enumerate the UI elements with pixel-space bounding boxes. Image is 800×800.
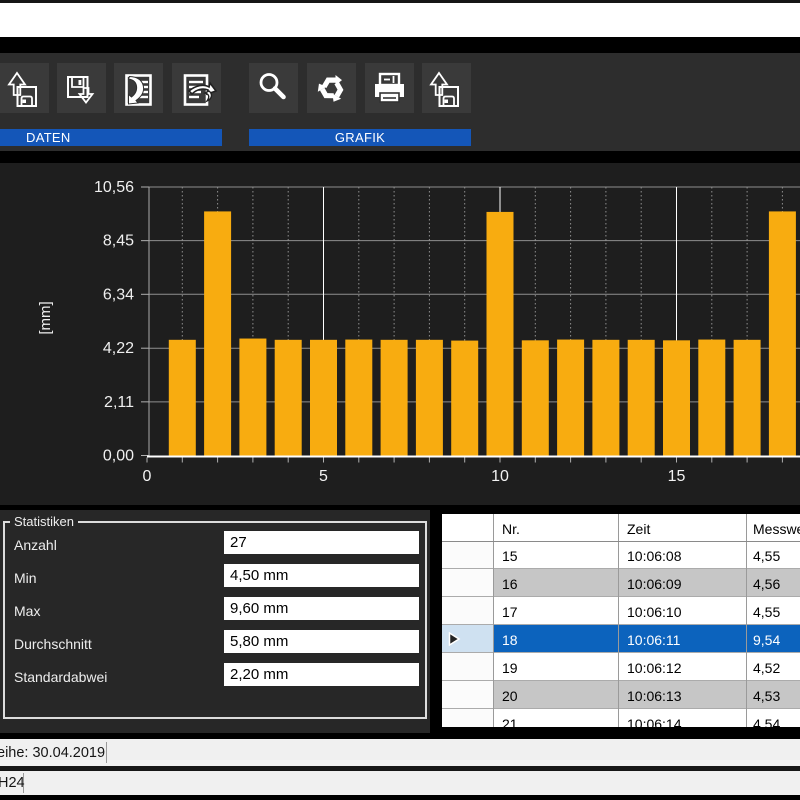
svg-text:6,34: 6,34 <box>103 286 134 303</box>
svg-text:10,56: 10,56 <box>94 179 134 196</box>
svg-text:10: 10 <box>491 468 509 485</box>
svg-text:5: 5 <box>319 468 328 485</box>
svg-text:0,00: 0,00 <box>103 448 134 465</box>
svg-text:0: 0 <box>143 468 152 485</box>
svg-text:8,45: 8,45 <box>103 233 134 250</box>
svg-text:4,22: 4,22 <box>103 340 134 357</box>
svg-text:15: 15 <box>668 468 686 485</box>
svg-text:2,11: 2,11 <box>104 394 134 411</box>
svg-text:[mm]: [mm] <box>37 301 54 334</box>
